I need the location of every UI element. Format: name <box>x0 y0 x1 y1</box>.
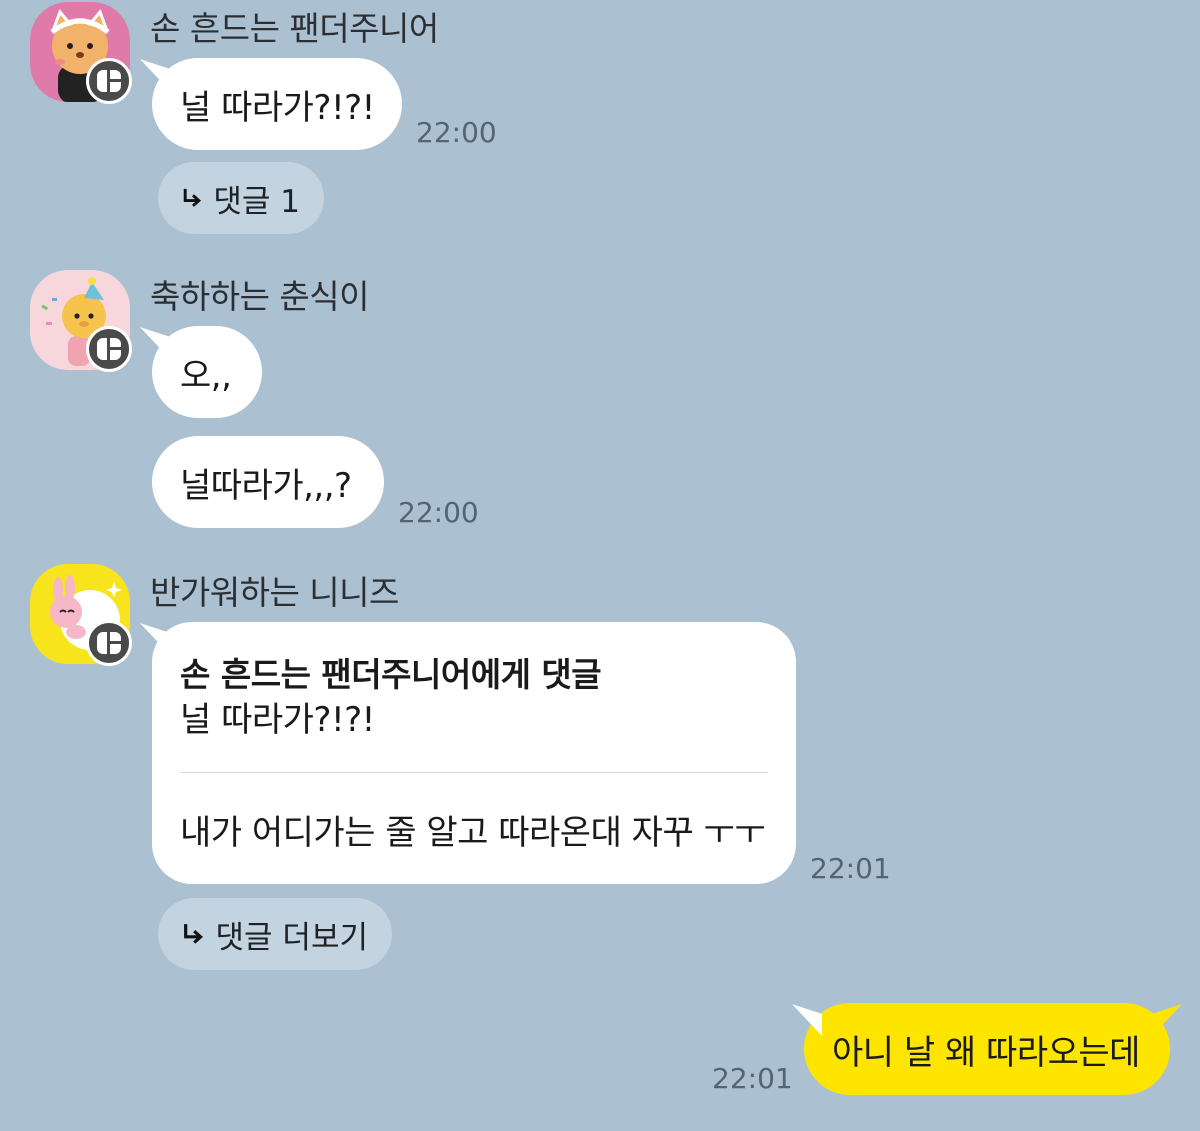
sender-name: 축하하는 춘식이 <box>150 277 370 316</box>
avatar-choonsik[interactable] <box>30 270 132 372</box>
kakao-badge-icon <box>86 620 132 666</box>
reply-arrow-icon <box>183 188 202 207</box>
message-time: 22:00 <box>398 496 479 529</box>
avatar-pandajunior[interactable] <box>30 2 132 104</box>
quote-divider <box>180 772 768 773</box>
more-replies-label: 댓글 더보기 <box>215 919 368 956</box>
message-bubble[interactable]: 널 따라가?!?! <box>152 58 402 150</box>
message-text: 아니 날 왜 따라오는데 <box>832 1033 1140 1073</box>
quote-title: 손 흔드는 팬더주니어에게 댓글 <box>180 655 602 694</box>
message-text: 널따라가,,,? <box>180 466 352 506</box>
sender-name: 반가워하는 니니즈 <box>150 573 399 612</box>
kakao-badge-icon <box>86 58 132 104</box>
reply-text: 내가 어디가는 줄 알고 따라온대 자꾸 ㅜㅜ <box>180 813 766 853</box>
message-bubble[interactable]: 오,, <box>152 326 262 418</box>
message-time: 22:00 <box>416 116 497 149</box>
my-message-bubble[interactable]: 아니 날 왜 따라오는데 <box>804 1003 1170 1095</box>
message-bubble[interactable]: 널따라가,,,? <box>152 436 384 528</box>
message-text: 널 따라가?!?! <box>180 88 375 128</box>
message-time: 22:01 <box>810 852 891 885</box>
message-time: 22:01 <box>712 1062 793 1095</box>
reply-count-label: 댓글 1 <box>213 183 300 220</box>
message-text: 오,, <box>180 356 232 396</box>
quoted-message-text: 널 따라가?!?! <box>180 700 375 740</box>
reply-arrow-icon <box>184 924 203 944</box>
kakao-badge-icon <box>86 326 132 372</box>
reply-count-button[interactable]: 댓글 1 <box>158 162 324 234</box>
sender-name: 손 흔드는 팬더주니어 <box>150 9 439 48</box>
more-replies-button[interactable]: 댓글 더보기 <box>158 898 392 970</box>
avatar-ninizu[interactable] <box>30 564 132 666</box>
quoted-reply-bubble[interactable]: 손 흔드는 팬더주니어에게 댓글 널 따라가?!?! 내가 어디가는 줄 알고 … <box>152 622 796 884</box>
